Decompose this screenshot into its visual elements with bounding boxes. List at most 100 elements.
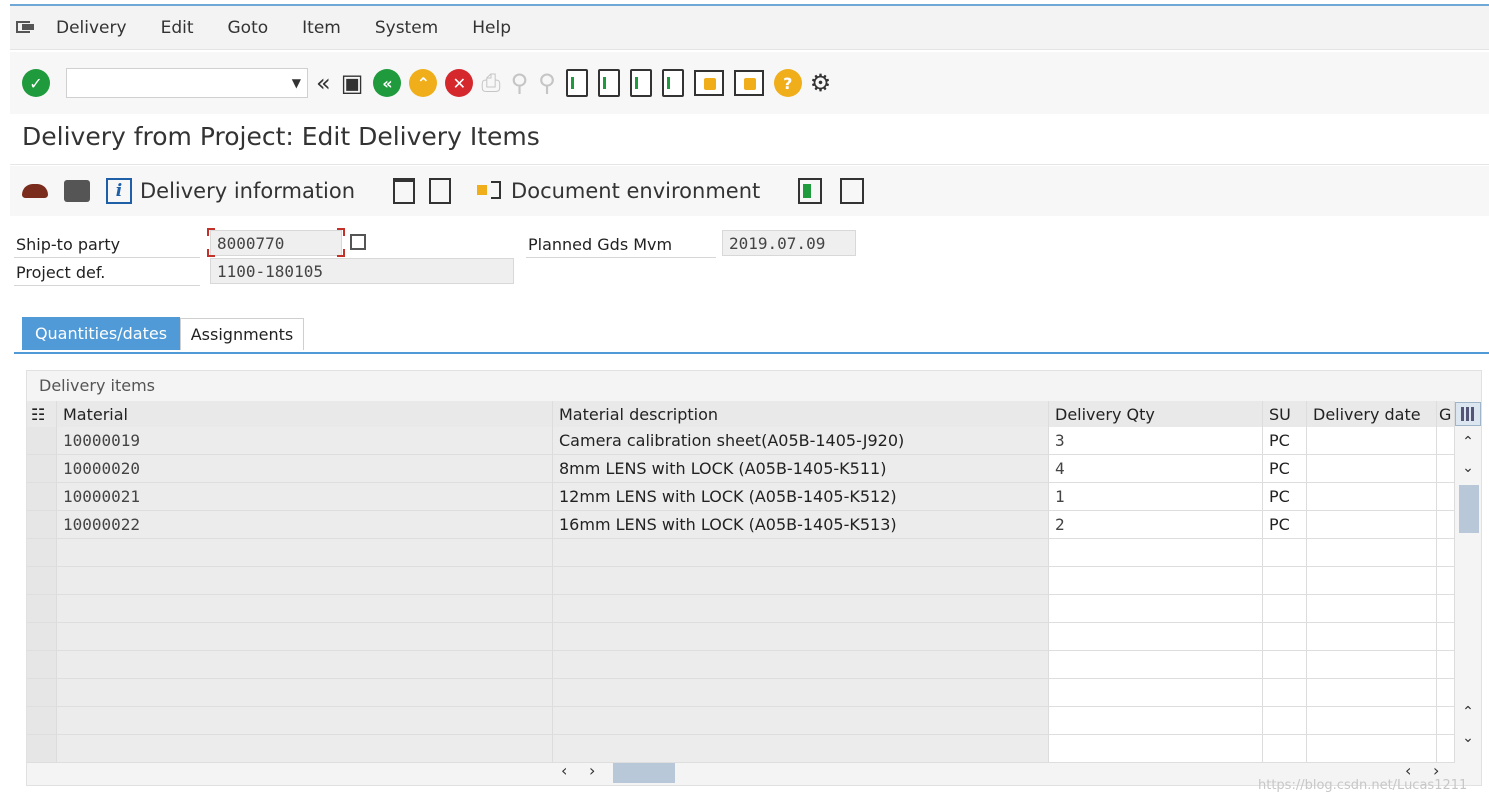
cell-delivery-qty[interactable] <box>1049 679 1263 707</box>
exit-icon[interactable]: ⌃ <box>409 69 438 97</box>
menu-edit[interactable]: Edit <box>161 18 194 38</box>
previous-page-icon[interactable] <box>597 69 620 97</box>
shortcut-icon[interactable] <box>733 70 764 96</box>
cell-delivery-qty[interactable] <box>1049 595 1263 623</box>
cell-g[interactable] <box>1437 511 1455 539</box>
cell-g[interactable] <box>1437 483 1455 511</box>
menu-exit-icon[interactable] <box>14 19 36 37</box>
menu-help[interactable]: Help <box>472 18 511 38</box>
row-selector[interactable] <box>27 707 57 735</box>
first-page-icon[interactable] <box>565 69 588 97</box>
cell-g[interactable] <box>1437 427 1455 455</box>
cell-g[interactable] <box>1437 567 1455 595</box>
cell-su[interactable] <box>1263 567 1307 595</box>
next-page-icon[interactable] <box>629 69 652 97</box>
row-selector[interactable] <box>27 595 57 623</box>
row-selector[interactable] <box>27 539 57 567</box>
ship-to-field[interactable]: 8000770 <box>210 230 342 256</box>
scroll-up-icon[interactable]: ⌃ <box>1459 433 1477 451</box>
cell-su[interactable]: PC <box>1263 455 1307 483</box>
menu-goto[interactable]: Goto <box>228 18 269 38</box>
help-icon[interactable]: ? <box>773 69 802 97</box>
cell-g[interactable] <box>1437 679 1455 707</box>
document-environment-button[interactable]: Document environment <box>511 179 760 203</box>
cell-delivery-date[interactable] <box>1307 427 1437 455</box>
cell-su[interactable] <box>1263 623 1307 651</box>
row-selector[interactable] <box>27 427 57 455</box>
row-selector[interactable] <box>27 679 57 707</box>
info-icon[interactable]: i <box>106 178 132 204</box>
chevron-down-icon[interactable]: ▼ <box>292 76 301 90</box>
cell-delivery-date[interactable] <box>1307 595 1437 623</box>
back-icon[interactable]: « <box>373 69 402 97</box>
row-selector[interactable] <box>27 511 57 539</box>
vertical-scroll-thumb[interactable] <box>1459 485 1479 533</box>
cell-g[interactable] <box>1437 539 1455 567</box>
delivery-information-button[interactable]: Delivery information <box>140 179 355 203</box>
cell-su[interactable] <box>1263 595 1307 623</box>
save-icon[interactable]: ▣ <box>341 71 364 95</box>
cell-g[interactable] <box>1437 455 1455 483</box>
row-selector[interactable] <box>27 623 57 651</box>
column-header-delivery-qty[interactable]: Delivery Qty <box>1049 401 1263 427</box>
cell-delivery-qty[interactable] <box>1049 623 1263 651</box>
cell-delivery-qty[interactable] <box>1049 539 1263 567</box>
row-selector[interactable] <box>27 455 57 483</box>
cell-g[interactable] <box>1437 651 1455 679</box>
column-header-delivery-date[interactable]: Delivery date <box>1307 401 1437 427</box>
tab-assignments[interactable]: Assignments <box>180 318 304 350</box>
cell-su[interactable]: PC <box>1263 511 1307 539</box>
hat-icon[interactable] <box>22 184 48 198</box>
menu-delivery[interactable]: Delivery <box>56 18 127 38</box>
column-settings-icon[interactable] <box>1455 402 1481 426</box>
column-header-material[interactable]: Material <box>57 401 553 427</box>
gear-icon[interactable]: ⚙ <box>810 71 832 95</box>
create-session-icon[interactable] <box>693 70 724 96</box>
cell-delivery-qty[interactable]: 1 <box>1049 483 1263 511</box>
cell-delivery-date[interactable] <box>1307 651 1437 679</box>
cell-delivery-qty[interactable]: 3 <box>1049 427 1263 455</box>
command-field[interactable]: ▼ <box>66 68 308 98</box>
cell-delivery-qty[interactable]: 4 <box>1049 455 1263 483</box>
vertical-scrollbar[interactable]: ⌃ ⌄ ⌃ ⌄ <box>1455 427 1481 757</box>
cell-su[interactable] <box>1263 707 1307 735</box>
double-chevron-left-icon[interactable]: « <box>316 71 331 95</box>
scroll-right-icon[interactable]: › <box>589 761 595 780</box>
cell-delivery-date[interactable] <box>1307 679 1437 707</box>
cancel-icon[interactable]: ✕ <box>445 69 474 97</box>
trash-icon[interactable] <box>393 178 416 204</box>
horizontal-scroll-thumb[interactable] <box>613 763 675 783</box>
cell-delivery-qty[interactable] <box>1049 707 1263 735</box>
deselect-all-icon[interactable] <box>840 178 865 204</box>
tab-quantities-dates[interactable]: Quantities/dates <box>22 317 180 350</box>
cell-g[interactable] <box>1437 595 1455 623</box>
menu-item[interactable]: Item <box>302 18 341 38</box>
cell-delivery-qty[interactable] <box>1049 567 1263 595</box>
scroll-down-icon[interactable]: ⌄ <box>1459 459 1477 477</box>
menu-system[interactable]: System <box>375 18 438 38</box>
cell-delivery-date[interactable] <box>1307 483 1437 511</box>
scroll-down-icon[interactable]: ⌄ <box>1459 729 1477 747</box>
row-selector[interactable] <box>27 651 57 679</box>
cell-delivery-date[interactable] <box>1307 511 1437 539</box>
project-def-field[interactable]: 1100-180105 <box>210 258 514 284</box>
column-header-description[interactable]: Material description <box>553 401 1049 427</box>
scroll-up-icon[interactable]: ⌃ <box>1459 703 1477 721</box>
puzzle-icon[interactable] <box>64 180 90 202</box>
pages-icon[interactable] <box>429 178 452 204</box>
cell-su[interactable] <box>1263 651 1307 679</box>
cell-delivery-date[interactable] <box>1307 567 1437 595</box>
select-all-icon[interactable] <box>798 178 823 204</box>
row-selector[interactable] <box>27 567 57 595</box>
cell-su[interactable] <box>1263 679 1307 707</box>
scroll-left-icon[interactable]: ‹ <box>561 761 567 780</box>
cell-su[interactable]: PC <box>1263 483 1307 511</box>
cell-su[interactable]: PC <box>1263 427 1307 455</box>
planned-gds-mvm-field[interactable]: 2019.07.09 <box>722 230 856 256</box>
cell-delivery-date[interactable] <box>1307 455 1437 483</box>
document-environment-icon[interactable] <box>477 179 505 203</box>
column-header-su[interactable]: SU <box>1263 401 1307 427</box>
cell-su[interactable] <box>1263 539 1307 567</box>
cell-delivery-qty[interactable]: 2 <box>1049 511 1263 539</box>
column-header-g[interactable]: G <box>1437 401 1455 427</box>
